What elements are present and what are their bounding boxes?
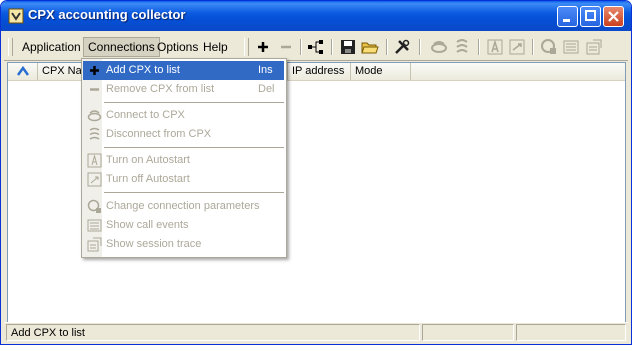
menu-item-label: Remove CPX from list: [106, 83, 215, 95]
minimize-icon: [563, 19, 570, 22]
menu-connections[interactable]: Connections: [83, 37, 160, 57]
menu-item-label: Add CPX to list: [106, 64, 180, 76]
toolbar-separator: [419, 39, 421, 55]
menu-item-session-trace[interactable]: Show session trace: [83, 235, 284, 254]
toolbar-separator: [478, 39, 480, 55]
menu-item-disconnect[interactable]: Disconnect from CPX: [83, 125, 284, 144]
menu-item-remove-cpx[interactable]: Remove CPX from list Del: [83, 80, 284, 99]
save-icon[interactable]: [339, 38, 357, 56]
menu-separator: [104, 147, 284, 148]
open-folder-icon[interactable]: [361, 38, 379, 56]
connect-icon[interactable]: [430, 38, 448, 56]
session-trace-icon[interactable]: [585, 38, 603, 56]
menu-item-label: Show call events: [106, 219, 189, 231]
app-icon: [8, 8, 24, 24]
column-header-mode[interactable]: Mode: [351, 63, 411, 80]
menu-item-call-events[interactable]: Show call events: [83, 216, 284, 235]
toolbar-grip[interactable]: [244, 38, 249, 56]
plus-icon[interactable]: [254, 38, 272, 56]
autostart-on-icon: [87, 153, 102, 168]
menu-item-label: Change connection parameters: [106, 200, 260, 212]
minus-icon: [90, 88, 99, 91]
session-trace-icon: [87, 237, 102, 252]
menu-item-autostart-off[interactable]: Turn off Autostart: [83, 170, 284, 189]
connections-menu: Add CPX to list Ins Remove CPX from list…: [81, 58, 287, 258]
menu-item-autostart-on[interactable]: Turn on Autostart: [83, 151, 284, 170]
plus-icon: [90, 66, 99, 75]
menu-item-label: Turn on Autostart: [106, 154, 190, 166]
menu-item-label: Show session trace: [106, 238, 202, 250]
minimize-button[interactable]: [557, 6, 578, 27]
refresh-arrow-icon: [16, 65, 30, 76]
connection-params-icon: [87, 199, 101, 213]
connect-icon: [87, 110, 102, 122]
menu-item-label: Connect to CPX: [106, 109, 185, 121]
connection-params-icon[interactable]: [540, 38, 558, 56]
disconnect-icon[interactable]: [453, 38, 471, 56]
menu-item-shortcut: Del: [258, 83, 275, 95]
call-events-icon[interactable]: [562, 38, 580, 56]
menu-item-label: Disconnect from CPX: [106, 128, 212, 140]
maximize-button[interactable]: [580, 6, 601, 27]
menu-and-toolbar: Application Connections Options Help: [4, 34, 628, 61]
menu-help[interactable]: Help: [199, 38, 232, 56]
toolbar-separator: [386, 39, 388, 55]
menu-item-add-cpx[interactable]: Add CPX to list Ins: [83, 61, 284, 80]
toolbar-separator: [331, 39, 333, 55]
minus-icon[interactable]: [277, 38, 295, 56]
tools-icon[interactable]: [393, 38, 411, 56]
menu-separator: [104, 102, 284, 103]
status-panel-2: [422, 324, 514, 341]
toolbar-separator: [532, 39, 534, 55]
menu-item-change-params[interactable]: Change connection parameters: [83, 197, 284, 216]
menu-item-shortcut: Ins: [258, 64, 273, 76]
status-bar: Add CPX to list: [4, 322, 628, 343]
sort-column-header[interactable]: [8, 63, 38, 80]
menu-application[interactable]: Application: [18, 38, 85, 56]
disconnect-icon: [89, 127, 100, 140]
autostart-on-icon[interactable]: [486, 38, 504, 56]
close-button[interactable]: [603, 6, 624, 27]
menu-item-label: Turn off Autostart: [106, 173, 190, 185]
status-panel-3: [516, 324, 626, 341]
toolbar-separator: [300, 39, 302, 55]
maximize-icon: [585, 10, 596, 21]
autostart-off-icon[interactable]: [508, 38, 526, 56]
title-bar[interactable]: CPX accounting collector: [1, 1, 631, 31]
window-title: CPX accounting collector: [28, 7, 186, 22]
close-icon: [608, 11, 619, 22]
menu-item-connect[interactable]: Connect to CPX: [83, 106, 284, 125]
column-header-ip-address[interactable]: IP address: [288, 63, 351, 80]
call-events-icon: [87, 219, 102, 232]
menubar-grip[interactable]: [8, 38, 13, 56]
network-tree-icon[interactable]: [307, 38, 325, 56]
status-text: Add CPX to list: [6, 324, 420, 341]
autostart-off-icon: [87, 172, 102, 187]
menu-separator: [104, 192, 284, 193]
menu-options[interactable]: Options: [153, 38, 202, 56]
